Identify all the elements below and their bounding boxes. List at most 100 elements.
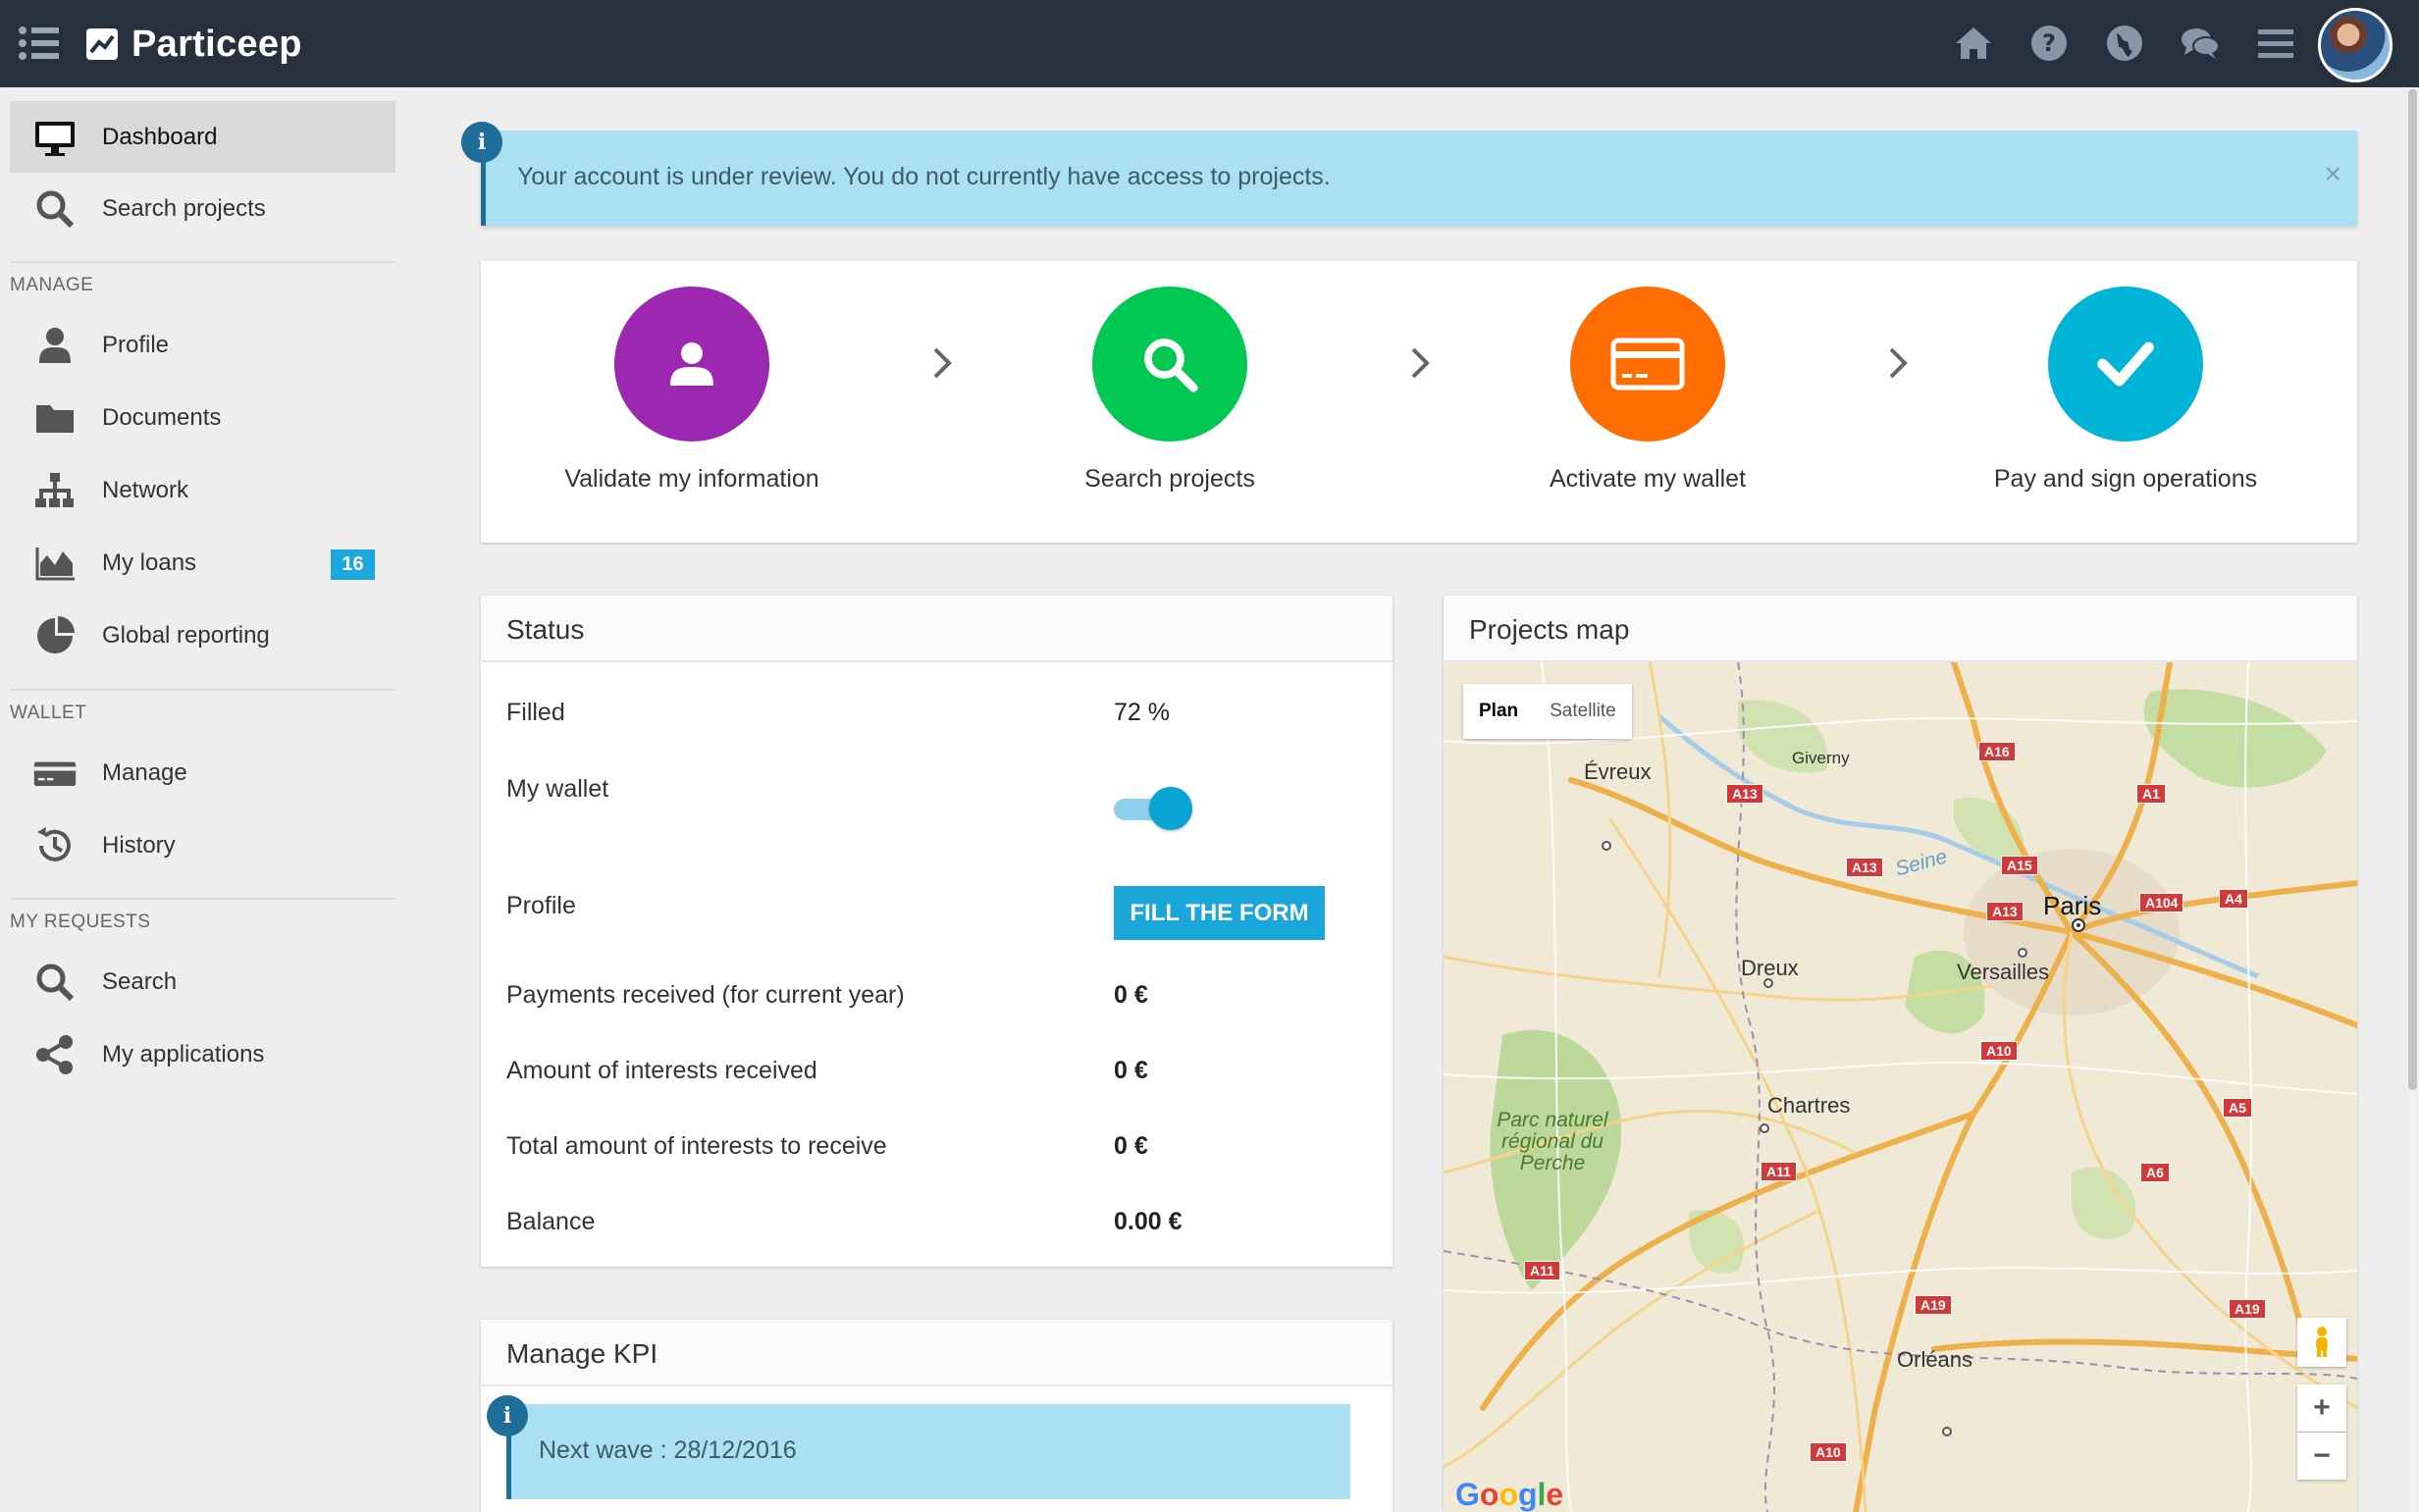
network-icon bbox=[33, 469, 77, 512]
status-row-label: Amount of interests received bbox=[506, 1057, 817, 1084]
sidebar-item-search[interactable]: Search bbox=[10, 946, 395, 1017]
sidebar-item-search-projects[interactable]: Search projects bbox=[10, 173, 395, 244]
sidebar-item-history[interactable]: History bbox=[10, 809, 395, 881]
map-type-toggle: Plan Satellite bbox=[1463, 684, 1632, 739]
step-validate-information[interactable]: Validate my information bbox=[515, 287, 868, 494]
status-row-label: Filled bbox=[506, 699, 565, 726]
search-icon bbox=[33, 961, 77, 1004]
info-icon: i bbox=[461, 122, 502, 163]
sidebar-item-label: My applications bbox=[102, 1040, 265, 1068]
sidebar-item-network[interactable]: Network bbox=[10, 454, 395, 526]
projects-map-panel: Projects map Plan Satellite Évreux Giver… bbox=[1444, 596, 2357, 1512]
map-drawing bbox=[1444, 662, 2357, 1512]
road-badge: A4 bbox=[2219, 889, 2248, 909]
map-tab-plan[interactable]: Plan bbox=[1463, 684, 1534, 739]
check-icon bbox=[2048, 287, 2203, 442]
step-label: Activate my wallet bbox=[1549, 465, 1747, 493]
search-icon bbox=[1092, 287, 1247, 442]
scrollbar-thumb[interactable] bbox=[2408, 89, 2417, 1090]
sidebar-item-my-applications[interactable]: My applications bbox=[10, 1018, 395, 1090]
user-icon bbox=[614, 287, 769, 442]
panel-header: Projects map bbox=[1444, 596, 2357, 662]
sidebar-item-my-loans[interactable]: My loans 16 bbox=[10, 527, 395, 599]
road-badge: A19 bbox=[2229, 1299, 2266, 1319]
status-row-label: Total amount of interests to receive bbox=[506, 1132, 887, 1160]
sidebar-section-my-requests: MY REQUESTS bbox=[10, 912, 151, 932]
wallet-toggle[interactable] bbox=[1114, 787, 1192, 830]
list-menu-icon[interactable] bbox=[18, 25, 61, 62]
status-row-value: 0 € bbox=[1114, 1057, 1148, 1084]
panel-title: Status bbox=[506, 614, 585, 645]
page-scrollbar[interactable] bbox=[2406, 87, 2419, 1512]
globe-icon[interactable] bbox=[2103, 22, 2146, 65]
status-row-value: 0.00 € bbox=[1114, 1208, 1183, 1235]
road-badge: A11 bbox=[1524, 1261, 1560, 1280]
fill-form-button[interactable]: FILL THE FORM bbox=[1114, 886, 1325, 940]
sidebar-item-label: My loans bbox=[102, 548, 197, 576]
app-logo[interactable]: Particeep bbox=[86, 22, 302, 67]
road-badge: A15 bbox=[2001, 856, 2038, 875]
alert-close-button[interactable]: × bbox=[2324, 158, 2341, 191]
logo-chart-icon bbox=[86, 28, 118, 60]
panel-title: Manage KPI bbox=[506, 1338, 658, 1369]
help-icon[interactable]: ? bbox=[2027, 22, 2071, 65]
sidebar-item-dashboard[interactable]: Dashboard bbox=[10, 101, 395, 173]
hamburger-menu-icon[interactable] bbox=[2254, 22, 2297, 65]
road-badge: A104 bbox=[2139, 893, 2184, 912]
alert-message: Your account is under review. You do not… bbox=[517, 163, 1331, 190]
sidebar-item-wallet-manage[interactable]: Manage bbox=[10, 737, 395, 808]
home-icon[interactable] bbox=[1952, 22, 1995, 65]
folder-icon bbox=[33, 396, 77, 440]
step-activate-wallet[interactable]: Activate my wallet bbox=[1471, 287, 1824, 494]
chevron-right-icon bbox=[1889, 347, 1908, 379]
step-label: Pay and sign operations bbox=[1993, 465, 2258, 493]
road-badge: A19 bbox=[1915, 1295, 1952, 1315]
map-tab-satellite[interactable]: Satellite bbox=[1534, 684, 1632, 739]
sidebar-item-label: Global reporting bbox=[102, 621, 270, 649]
status-row-value: 72 % bbox=[1114, 699, 1170, 726]
map-park-label: Parc naturel régional du Perche bbox=[1497, 1109, 1608, 1174]
status-row-value: 0 € bbox=[1114, 1132, 1148, 1160]
google-logo: Google bbox=[1455, 1477, 1564, 1512]
history-icon bbox=[33, 824, 77, 867]
user-icon bbox=[33, 324, 77, 367]
sidebar-item-profile[interactable]: Profile bbox=[10, 309, 395, 381]
onboarding-steps: Validate my information Search projects … bbox=[481, 261, 2357, 543]
status-panel: Status Filled 72 % My wallet Profile FIL… bbox=[481, 596, 1393, 1267]
next-wave-alert: i Next wave : 28/12/2016 bbox=[487, 1395, 1350, 1499]
zoom-out-button[interactable]: − bbox=[2297, 1433, 2346, 1480]
status-row-label: Profile bbox=[506, 892, 576, 919]
sidebar-item-global-reporting[interactable]: Global reporting bbox=[10, 600, 395, 671]
sidebar: Dashboard Search projects MANAGE Profile… bbox=[0, 87, 422, 1512]
road-badge: A6 bbox=[2140, 1163, 2170, 1182]
sidebar-divider bbox=[10, 898, 395, 900]
sidebar-item-documents[interactable]: Documents bbox=[10, 382, 395, 453]
user-avatar[interactable] bbox=[2318, 8, 2393, 82]
sidebar-item-label: Dashboard bbox=[102, 123, 218, 150]
sidebar-divider bbox=[10, 261, 395, 263]
sidebar-item-label: Search bbox=[102, 967, 178, 995]
street-view-pegman-icon[interactable] bbox=[2297, 1318, 2346, 1367]
sidebar-section-wallet: WALLET bbox=[10, 703, 87, 723]
credit-card-icon bbox=[1570, 287, 1725, 442]
step-search-projects[interactable]: Search projects bbox=[993, 287, 1346, 494]
map-canvas[interactable]: Plan Satellite Évreux Giverny Paris Vers… bbox=[1444, 662, 2357, 1512]
zoom-in-button[interactable]: + bbox=[2297, 1384, 2346, 1432]
sidebar-item-label: History bbox=[102, 831, 176, 859]
area-chart-icon bbox=[33, 542, 77, 585]
chat-icon[interactable] bbox=[2179, 22, 2222, 65]
info-icon: i bbox=[487, 1395, 528, 1436]
map-city-label: Giverny bbox=[1792, 749, 1850, 767]
road-badge: A16 bbox=[1978, 742, 2016, 761]
sidebar-item-label: Profile bbox=[102, 331, 170, 358]
road-badge: A13 bbox=[1726, 784, 1763, 804]
top-bar: Particeep ? bbox=[0, 0, 2419, 87]
step-pay-and-sign[interactable]: Pay and sign operations bbox=[1949, 287, 2302, 494]
road-badge: A13 bbox=[1846, 858, 1883, 877]
road-badge: A1 bbox=[2136, 784, 2166, 804]
status-row-value: 0 € bbox=[1114, 981, 1148, 1009]
sidebar-divider bbox=[10, 689, 395, 691]
chevron-right-icon bbox=[1411, 347, 1430, 379]
app-name: Particeep bbox=[131, 23, 302, 65]
sidebar-item-label: Manage bbox=[102, 758, 187, 786]
